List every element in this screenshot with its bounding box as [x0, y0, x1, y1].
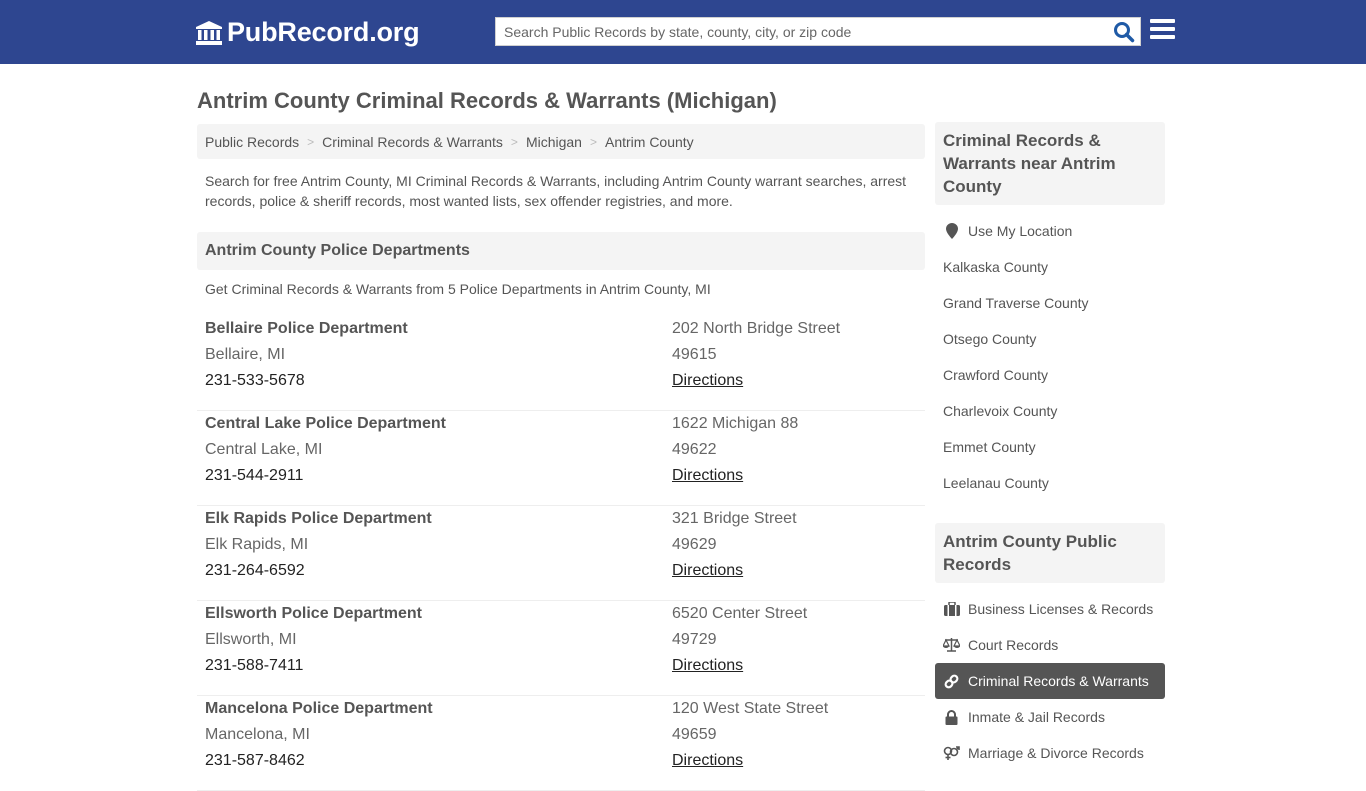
directions-link[interactable]: Directions — [672, 562, 743, 579]
sidebar-item-marriage-records[interactable]: Marriage & Divorce Records — [935, 735, 1165, 771]
directions-link[interactable]: Directions — [672, 657, 743, 674]
briefcase-icon — [943, 601, 960, 617]
police-department-list: Bellaire Police Department Bellaire, MI … — [197, 316, 925, 791]
breadcrumb-separator: > — [510, 134, 518, 149]
sidebar-item-label: Criminal Records & Warrants — [968, 673, 1149, 689]
nearby-county-link[interactable]: Otsego County — [935, 321, 1165, 357]
department-name: Elk Rapids Police Department — [205, 510, 432, 527]
department-zip: 49629 — [672, 536, 717, 553]
nearby-county-link[interactable]: Emmet County — [935, 429, 1165, 465]
department-item: Bellaire Police Department Bellaire, MI … — [197, 316, 925, 411]
nearby-county-link[interactable]: Charlevoix County — [935, 393, 1165, 429]
department-zip: 49622 — [672, 441, 717, 458]
department-city: Central Lake, MI — [205, 441, 323, 458]
site-logo[interactable]: PubRecord.org — [195, 17, 420, 48]
department-city: Bellaire, MI — [205, 346, 286, 363]
sidebar-public-records: Antrim County Public Records Business Li… — [935, 523, 1165, 771]
lock-icon — [943, 709, 960, 725]
department-city: Mancelona, MI — [205, 726, 310, 743]
scales-icon — [943, 637, 960, 653]
page-title: Antrim County Criminal Records & Warrant… — [197, 88, 777, 113]
department-city: Ellsworth, MI — [205, 631, 297, 648]
sidebar-nearby: Criminal Records & Warrants near Antrim … — [935, 122, 1165, 501]
top-navbar: PubRecord.org — [0, 0, 1366, 64]
department-zip: 49615 — [672, 346, 717, 363]
department-item: Ellsworth Police Department Ellsworth, M… — [197, 601, 925, 696]
department-address: 120 West State Street — [672, 700, 829, 717]
gender-icon — [943, 745, 960, 761]
department-name: Bellaire Police Department — [205, 320, 408, 337]
sidebar-item-criminal-records[interactable]: Criminal Records & Warrants — [935, 663, 1165, 699]
nearby-county-link[interactable]: Grand Traverse County — [935, 285, 1165, 321]
department-address: 202 North Bridge Street — [672, 320, 841, 337]
sidebar-item-label: Marriage & Divorce Records — [968, 745, 1144, 761]
logo-text: PubRecord.org — [227, 17, 420, 47]
department-item: Mancelona Police Department Mancelona, M… — [197, 696, 925, 791]
department-phone[interactable]: 231-264-6592 — [205, 562, 432, 588]
search-bar — [495, 17, 1141, 46]
department-address: 1622 Michigan 88 — [672, 415, 799, 432]
police-section-heading: Antrim County Police Departments — [197, 232, 925, 270]
nearby-county-link[interactable]: Leelanau County — [935, 465, 1165, 501]
use-my-location-label: Use My Location — [968, 223, 1073, 239]
breadcrumb-separator: > — [307, 134, 315, 149]
police-section-subheading: Get Criminal Records & Warrants from 5 P… — [205, 281, 711, 297]
directions-link[interactable]: Directions — [672, 467, 743, 484]
department-item: Elk Rapids Police Department Elk Rapids,… — [197, 506, 925, 601]
department-name: Central Lake Police Department — [205, 415, 446, 432]
directions-link[interactable]: Directions — [672, 372, 743, 389]
department-city: Elk Rapids, MI — [205, 536, 309, 553]
department-name: Ellsworth Police Department — [205, 605, 422, 622]
courthouse-icon — [195, 20, 223, 46]
nearby-county-link[interactable]: Crawford County — [935, 357, 1165, 393]
sidebar-public-records-heading: Antrim County Public Records — [935, 523, 1165, 583]
nearby-county-link[interactable]: Kalkaska County — [935, 249, 1165, 285]
department-address: 6520 Center Street — [672, 605, 808, 622]
department-zip: 49659 — [672, 726, 717, 743]
breadcrumb-public-records[interactable]: Public Records — [205, 134, 299, 150]
sidebar-item-label: Court Records — [968, 637, 1059, 653]
sidebar-item-label: Inmate & Jail Records — [968, 709, 1105, 725]
sidebar-item-business-licenses[interactable]: Business Licenses & Records — [935, 591, 1165, 627]
sidebar-nearby-heading: Criminal Records & Warrants near Antrim … — [935, 122, 1165, 205]
department-zip: 49729 — [672, 631, 717, 648]
sidebar-item-court-records[interactable]: Court Records — [935, 627, 1165, 663]
breadcrumb-michigan[interactable]: Michigan — [526, 134, 582, 150]
sidebar-item-label: Business Licenses & Records — [968, 601, 1154, 617]
intro-text: Search for free Antrim County, MI Crimin… — [205, 173, 907, 209]
directions-link[interactable]: Directions — [672, 752, 743, 769]
breadcrumb-antrim-county[interactable]: Antrim County — [605, 134, 694, 150]
search-icon[interactable] — [1113, 21, 1135, 43]
department-phone[interactable]: 231-587-8462 — [205, 752, 433, 778]
breadcrumb-separator: > — [589, 134, 597, 149]
department-phone[interactable]: 231-544-2911 — [205, 467, 446, 493]
hamburger-menu-icon[interactable] — [1150, 19, 1175, 43]
link-icon — [943, 673, 960, 689]
breadcrumb: Public Records > Criminal Records & Warr… — [197, 124, 925, 159]
map-marker-icon — [943, 223, 960, 239]
department-address: 321 Bridge Street — [672, 510, 797, 527]
breadcrumb-criminal-records[interactable]: Criminal Records & Warrants — [322, 134, 503, 150]
sidebar-item-inmate-records[interactable]: Inmate & Jail Records — [935, 699, 1165, 735]
department-name: Mancelona Police Department — [205, 700, 433, 717]
department-phone[interactable]: 231-588-7411 — [205, 657, 422, 683]
use-my-location-link[interactable]: Use My Location — [935, 213, 1165, 249]
department-item: Central Lake Police Department Central L… — [197, 411, 925, 506]
department-phone[interactable]: 231-533-5678 — [205, 372, 408, 398]
search-input[interactable] — [496, 18, 1096, 45]
